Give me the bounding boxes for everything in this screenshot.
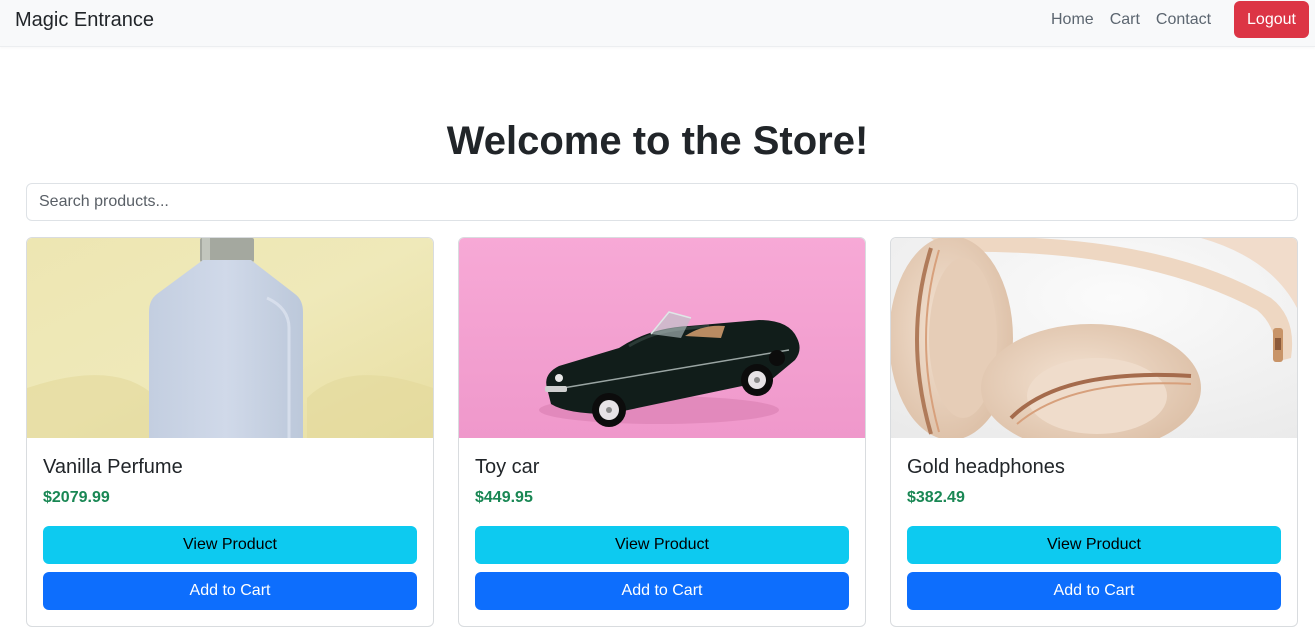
logout-button[interactable]: Logout: [1234, 1, 1309, 38]
product-name: Toy car: [475, 456, 540, 478]
product-price: $2079.99: [43, 489, 110, 506]
nav-link-home[interactable]: Home: [1051, 11, 1094, 29]
perfume-bottle-image[interactable]: [27, 238, 433, 438]
view-product-button[interactable]: View Product: [475, 526, 849, 564]
nav-links: Home Cart Contact: [1051, 11, 1211, 29]
product-price: $382.49: [907, 489, 965, 506]
product-name: Gold headphones: [907, 456, 1065, 478]
add-to-cart-button[interactable]: Add to Cart: [43, 572, 417, 610]
product-price: $449.95: [475, 489, 533, 506]
product-card-gold-headphones: Gold headphones $382.49 View Product Add…: [890, 237, 1298, 627]
add-to-cart-button[interactable]: Add to Cart: [475, 572, 849, 610]
product-card-vanilla-perfume: Vanilla Perfume $2079.99 View Product Ad…: [26, 237, 434, 627]
view-product-button[interactable]: View Product: [907, 526, 1281, 564]
product-card-toy-car: Toy car $449.95 View Product Add to Cart: [458, 237, 866, 627]
add-to-cart-button[interactable]: Add to Cart: [907, 572, 1281, 610]
page-title: Welcome to the Store!: [446, 119, 869, 163]
view-product-button[interactable]: View Product: [43, 526, 417, 564]
search-input[interactable]: [26, 183, 1298, 221]
product-name: Vanilla Perfume: [43, 456, 183, 478]
headphones-image[interactable]: [891, 238, 1297, 438]
nav-link-cart[interactable]: Cart: [1110, 11, 1140, 29]
toy-car-image[interactable]: [459, 238, 865, 438]
navbar: Magic Entrance Home Cart Contact Logout: [0, 0, 1315, 47]
brand-link[interactable]: Magic Entrance: [15, 9, 154, 32]
nav-link-contact[interactable]: Contact: [1156, 11, 1211, 29]
